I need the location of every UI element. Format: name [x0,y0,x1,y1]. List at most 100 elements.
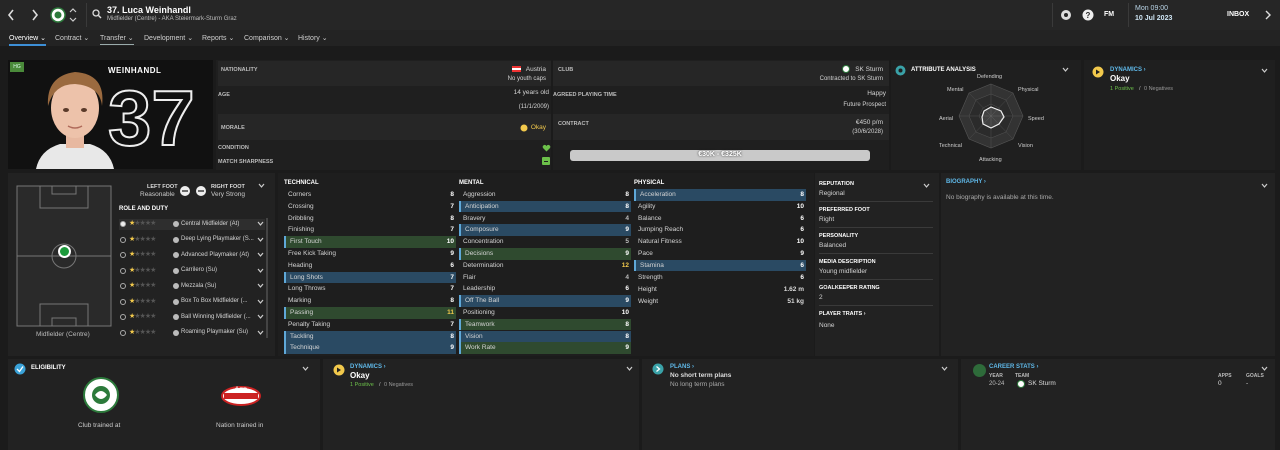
roles-scrollbar[interactable] [266,218,268,338]
attribute-row[interactable]: Teamwork 8 [459,318,631,331]
attribute-row[interactable]: Flair 4 [459,272,631,284]
role-radio-icon[interactable] [120,314,126,320]
fm-button[interactable]: FM [1104,11,1114,18]
attribute-row[interactable]: Passing 11 [284,307,456,319]
chevron-down-icon[interactable] [1062,67,1069,72]
role-info-icon[interactable] [173,236,179,243]
attribute-row[interactable]: Bravery 4 [459,213,631,225]
role-radio-icon[interactable] [120,221,126,227]
chevron-down-icon[interactable] [257,314,264,319]
chevron-down-icon[interactable] [257,299,264,304]
role-item[interactable]: ★★★★★ Carrilero (Su) [119,266,265,277]
role-item[interactable]: ★★★★★ Central Midfielder (At) [119,219,265,230]
attribute-row[interactable]: Balance 6 [634,213,806,225]
attribute-row[interactable]: Aggression 8 [459,189,631,201]
chevron-down-icon[interactable] [257,221,264,226]
attribute-row[interactable]: Concentration 5 [459,236,631,248]
tab-transfer[interactable]: Transfer ⌄ [100,34,134,45]
role-item[interactable]: ★★★★★ Ball Winning Midfielder (... [119,312,265,323]
hint-icon[interactable] [1060,9,1072,21]
attribute-row[interactable]: Corners 8 [284,189,456,201]
attribute-row[interactable]: Acceleration 8 [634,189,806,201]
chevron-down-icon[interactable] [1261,366,1268,371]
attribute-row[interactable]: Free Kick Taking 9 [284,248,456,260]
inbox-button[interactable]: INBOX [1227,11,1249,18]
role-info-icon[interactable] [173,283,179,289]
inbox-arrow-icon[interactable] [1264,10,1272,20]
attribute-row[interactable]: Off The Ball 9 [459,295,631,307]
attribute-row[interactable]: Dribbling 8 [284,213,456,225]
role-info-icon[interactable] [173,314,179,320]
club-crest-icon[interactable] [50,6,66,24]
role-info-icon[interactable] [173,267,179,274]
role-info-icon[interactable] [173,252,179,258]
dynamics-title-link[interactable]: DYNAMICS › [1110,67,1146,73]
morale-value[interactable]: Okay [470,124,546,131]
role-radio-icon[interactable] [120,236,126,243]
role-radio-icon[interactable] [120,298,126,305]
attribute-row[interactable]: Heading 6 [284,260,456,272]
attribute-row[interactable]: Finishing 7 [284,224,456,236]
role-item[interactable]: ★★★★★ Roaming Playmaker (Su) [119,328,265,339]
player-switch-chevrons-icon[interactable] [68,6,78,24]
role-item[interactable]: ★★★★★ Box To Box Midfielder (... [119,297,265,308]
nationality-value[interactable]: Austria [400,66,546,73]
role-radio-icon[interactable] [120,329,126,336]
attribute-row[interactable]: Stamina 6 [634,259,806,272]
attribute-row[interactable]: Jumping Reach 6 [634,224,806,236]
forward-arrow-icon[interactable] [30,8,40,22]
tab-contract[interactable]: Contract ⌄ [55,34,89,44]
chevron-down-icon[interactable] [941,366,948,371]
tab-history[interactable]: History ⌄ [298,34,328,44]
chevron-down-icon[interactable] [302,366,309,371]
chevron-down-icon[interactable] [923,183,930,188]
plans-title-link[interactable]: PLANS › [670,364,694,370]
biography-title-link[interactable]: BIOGRAPHY › [946,179,986,185]
chevron-down-icon[interactable] [257,252,264,257]
role-item[interactable]: ★★★★★ Deep Lying Playmaker (S... [119,235,265,246]
attribute-row[interactable]: Pace 9 [634,248,806,260]
search-area[interactable] [86,3,1052,27]
role-radio-icon[interactable] [120,283,126,289]
attribute-row[interactable]: Crossing 7 [284,201,456,213]
chevron-down-icon[interactable] [257,268,264,273]
role-item[interactable]: ★★★★★ Mezzala (Su) [119,281,265,292]
chevron-down-icon[interactable] [1261,68,1268,73]
role-info-icon[interactable] [173,221,179,227]
role-radio-icon[interactable] [120,267,126,274]
attribute-row[interactable]: Long Throws 7 [284,283,456,295]
role-info-icon[interactable] [173,298,179,305]
attribute-row[interactable]: Positioning 10 [459,307,631,319]
attribute-row[interactable]: Marking 8 [284,295,456,307]
tab-comparison[interactable]: Comparison ⌄ [244,34,290,44]
attribute-row[interactable]: Vision 8 [459,330,631,343]
attribute-row[interactable]: Determination 12 [459,260,631,272]
attribute-row[interactable]: Tackling 8 [284,330,456,343]
chevron-down-icon[interactable] [1261,183,1268,188]
attribute-row[interactable]: Long Shots 7 [284,271,456,284]
search-icon[interactable] [92,9,102,19]
career-team[interactable]: SK Sturm [1028,380,1056,387]
attribute-row[interactable]: Agility 10 [634,201,806,213]
attribute-row[interactable]: Work Rate 9 [459,342,631,354]
attribute-row[interactable]: Decisions 9 [459,248,631,260]
chevron-down-icon[interactable] [257,237,264,242]
help-icon[interactable]: ? [1082,9,1094,21]
attribute-row[interactable]: Leadership 6 [459,283,631,295]
tab-overview[interactable]: Overview ⌄ [9,34,46,46]
role-info-icon[interactable] [173,329,179,336]
back-arrow-icon[interactable] [6,8,16,22]
player-traits-link[interactable]: PLAYER TRAITS › [819,311,866,317]
attribute-row[interactable]: Technique 9 [284,342,456,354]
attribute-row[interactable]: First Touch 10 [284,236,456,248]
chevron-down-icon[interactable] [626,366,633,371]
club-value[interactable]: SK Sturm [750,66,883,73]
dynamics-title-link[interactable]: DYNAMICS › [350,364,386,370]
attribute-row[interactable]: Natural Fitness 10 [634,236,806,248]
role-item[interactable]: ★★★★★ Advanced Playmaker (At) [119,250,265,261]
role-radio-icon[interactable] [120,252,126,258]
attribute-row[interactable]: Strength 6 [634,272,806,284]
attribute-row[interactable]: Composure 9 [459,224,631,236]
tab-reports[interactable]: Reports ⌄ [202,34,234,44]
attribute-row[interactable]: Penalty Taking 7 [284,319,456,331]
